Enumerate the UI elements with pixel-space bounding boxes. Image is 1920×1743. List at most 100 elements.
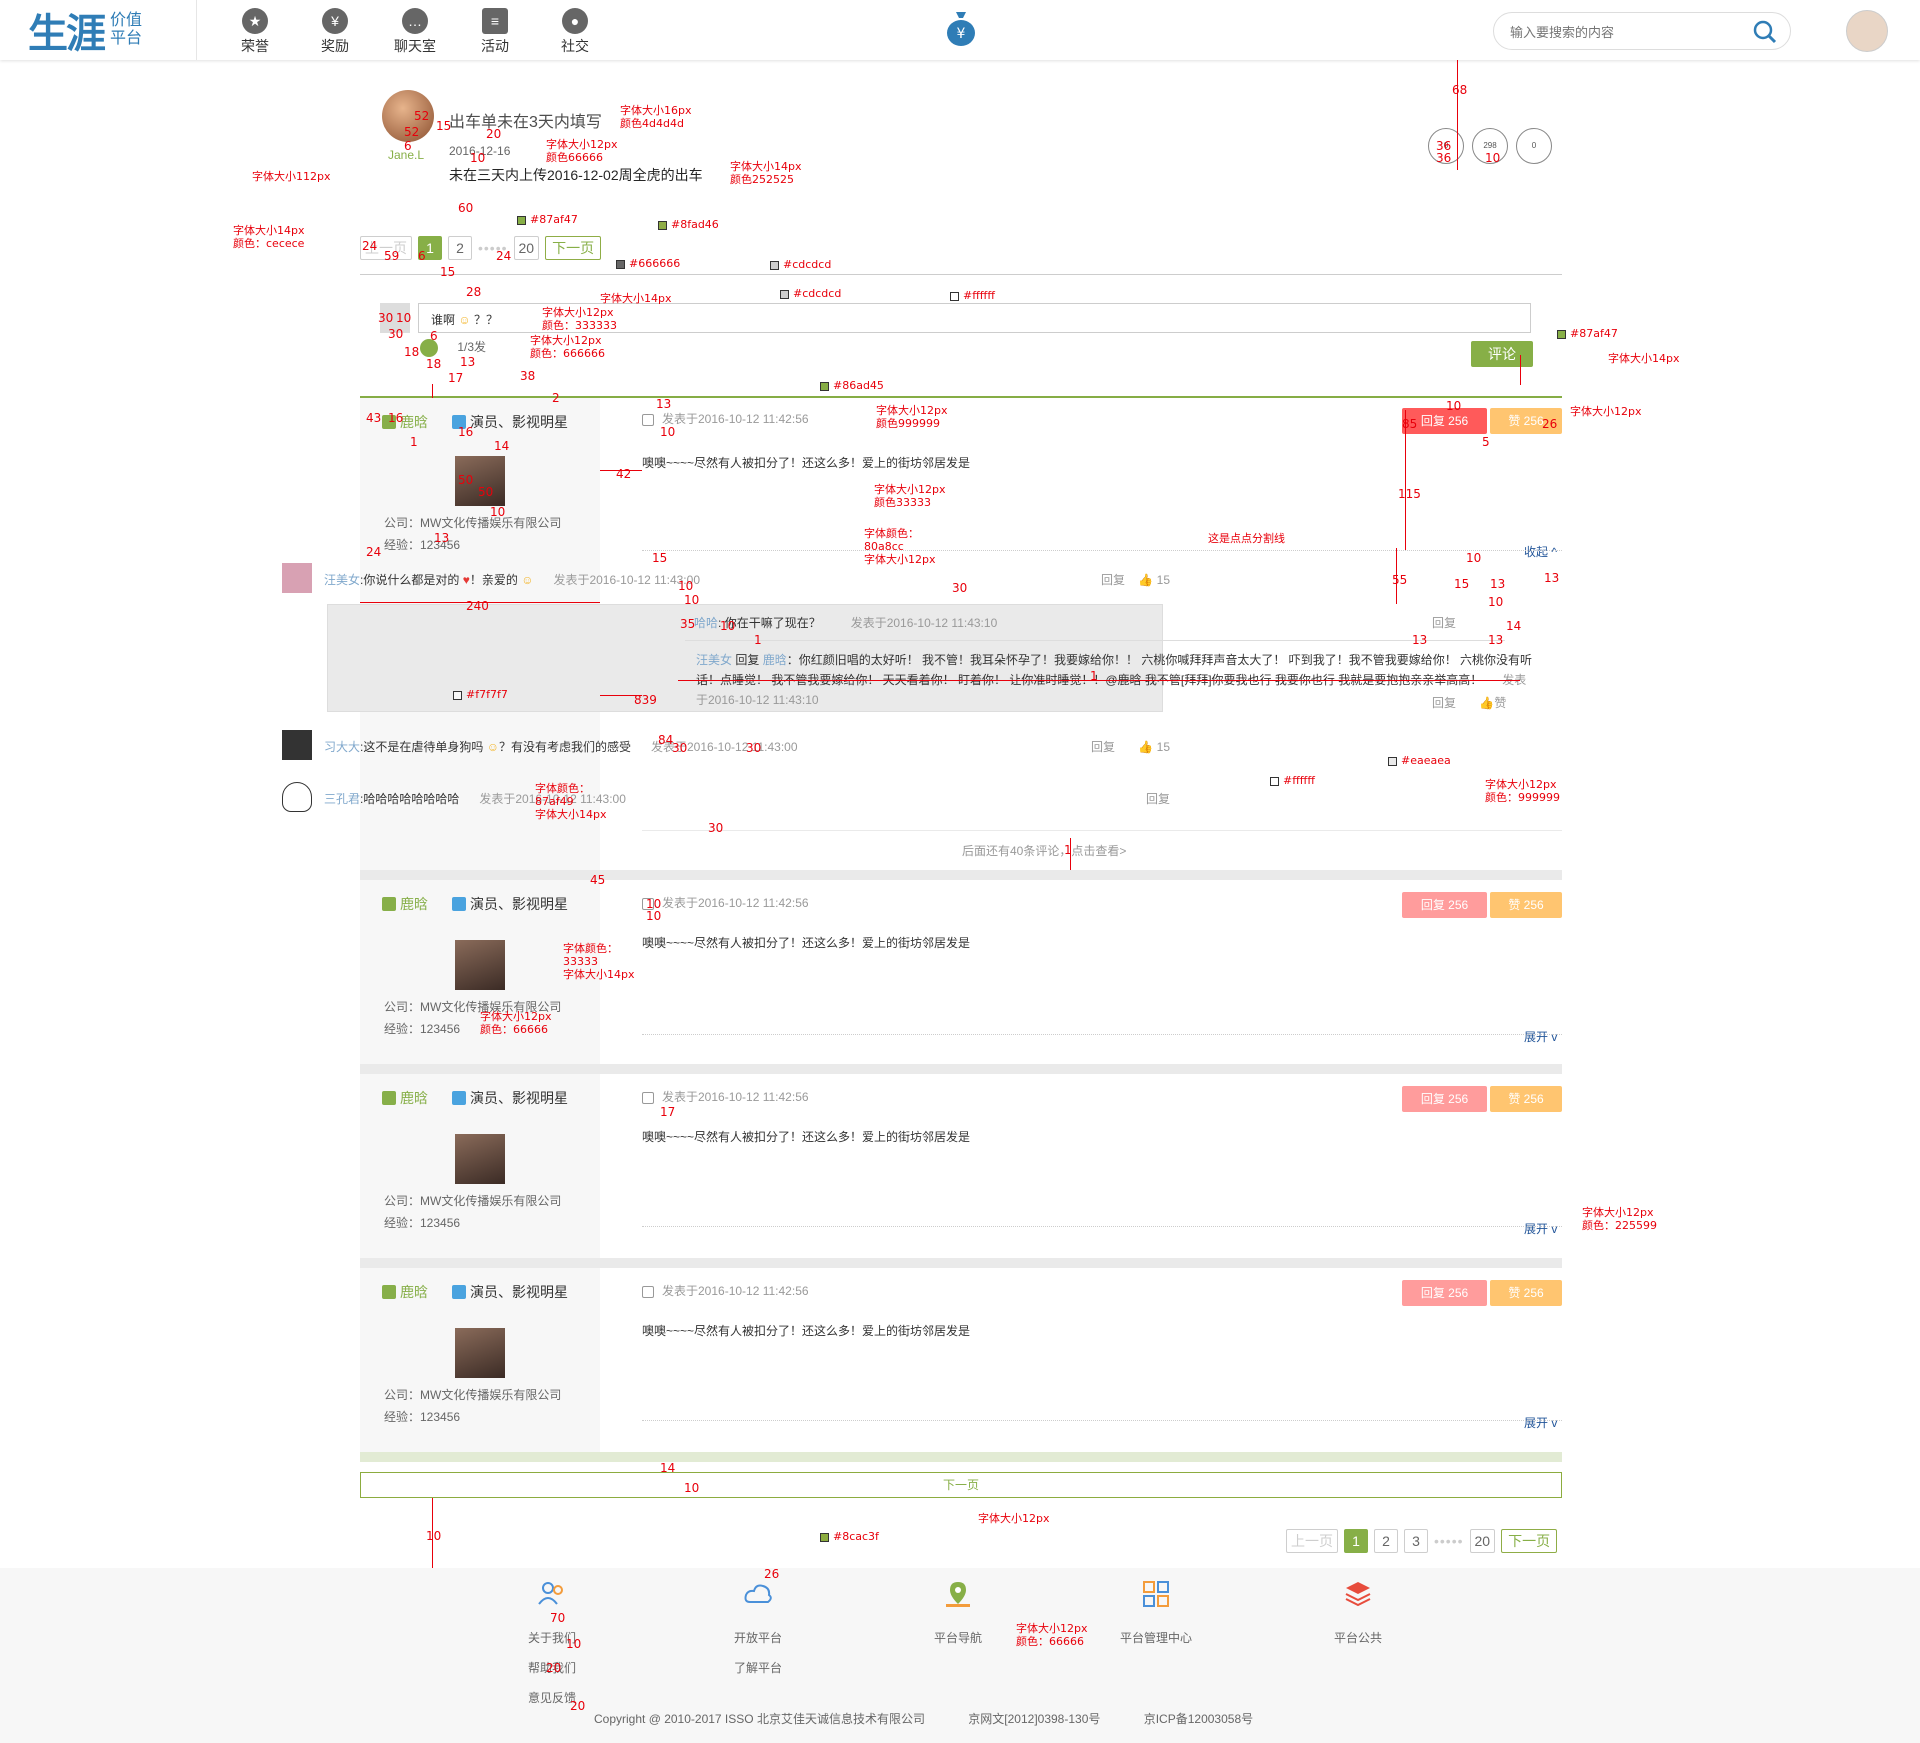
footer-link[interactable]: 平台导航 <box>934 1623 982 1653</box>
annotation: 字体大小14px <box>600 292 672 305</box>
reply-link[interactable]: 回复 <box>1146 790 1170 807</box>
measure-label: 13 <box>434 531 450 545</box>
measure-label: 10 <box>490 505 506 519</box>
reply-avatar[interactable] <box>282 730 312 760</box>
author-name[interactable]: 鹿晗 <box>400 412 428 432</box>
like-link[interactable]: 赞 <box>1494 696 1506 710</box>
pager-next[interactable]: 下一页 <box>1501 1529 1558 1553</box>
reply-target[interactable]: 鹿晗 <box>763 653 787 667</box>
nav-honor[interactable]: ★ 荣誉 <box>215 6 295 56</box>
submit-comment-button[interactable]: 评论 <box>1471 341 1533 367</box>
reply-avatar[interactable] <box>282 782 312 812</box>
measure-label: 50 <box>458 473 474 487</box>
author-photo[interactable] <box>455 1134 505 1184</box>
annotation-text: #cdcdcd <box>783 258 832 271</box>
author-role: 演员、影视明星 <box>470 414 568 430</box>
reply-avatar[interactable] <box>282 563 312 593</box>
footer-link[interactable]: 了解平台 <box>734 1653 782 1683</box>
author-role: 演员、影视明星 <box>470 1090 568 1106</box>
expand-toggle[interactable]: 展开 v <box>1524 1028 1557 1045</box>
pager-next[interactable]: 下一页 <box>545 236 602 260</box>
annotation-text: 字体大小12px <box>542 306 614 319</box>
collapse-toggle[interactable]: 收起 ^ <box>1524 543 1557 560</box>
load-more-link[interactable]: 后面还有40条评论，点击查看> <box>962 842 1126 859</box>
reply-content-2: ？有没有考虑我们的感受 <box>498 740 631 754</box>
thumbs-up-icon[interactable]: 👍 <box>1479 696 1494 710</box>
color-swatch <box>1388 756 1397 766</box>
load-next-button[interactable]: 下一页 <box>360 1472 1562 1498</box>
annotation-text: 字体大小14px <box>730 160 802 173</box>
footer-link[interactable]: 开放平台 <box>734 1623 782 1653</box>
nav-social[interactable]: ● 社交 <box>535 6 615 56</box>
post-body: 噢噢~~~~尽然有人被扣分了！还这么多！爱上的街坊邻居发是 <box>642 936 971 950</box>
annotation-text: 颜色：cecece <box>233 237 305 250</box>
pager-page[interactable]: 1 <box>1344 1529 1368 1553</box>
reply-name[interactable]: 汪美女 <box>324 573 360 587</box>
footer-link[interactable]: 平台公共 <box>1334 1623 1382 1653</box>
author-photo[interactable] <box>455 1328 505 1378</box>
author-photo[interactable] <box>455 940 505 990</box>
annotation-swatch: #f7f7f7 <box>453 688 508 701</box>
nested-divider <box>685 640 1505 641</box>
annotation-swatch: #666666 <box>616 257 680 270</box>
pager-page[interactable]: 2 <box>1374 1529 1398 1553</box>
nav-chatroom[interactable]: … 聊天室 <box>375 6 455 56</box>
reply-link[interactable]: 回复 <box>1091 740 1115 754</box>
users-icon <box>538 1582 563 1605</box>
dotted-divider <box>642 550 1562 551</box>
search-icon[interactable] <box>1752 19 1778 45</box>
measure-label: 6 <box>430 329 438 343</box>
nav-activity[interactable]: ≡ 活动 <box>455 6 535 56</box>
author-role: 演员、影视明星 <box>470 896 568 912</box>
author-name[interactable]: 鹿晗 <box>400 1088 428 1108</box>
pager-dots: ••••• <box>1434 1533 1464 1549</box>
annotation-text: #8fad46 <box>671 218 719 231</box>
search-input[interactable] <box>1510 22 1740 42</box>
annotation-text: 字体大小12px <box>1582 1206 1654 1219</box>
author-name[interactable]: 鹿晗 <box>400 894 428 914</box>
reply-link[interactable]: 回复 <box>1432 696 1456 710</box>
like-button[interactable]: 赞 256 <box>1490 1086 1562 1112</box>
expand-toggle[interactable]: 展开 v <box>1524 1414 1557 1431</box>
pager-page[interactable]: 2 <box>448 236 472 260</box>
reply-name[interactable]: 习大大 <box>324 740 360 754</box>
reply-name[interactable]: 三孔君 <box>324 792 360 806</box>
user-avatar[interactable] <box>1846 10 1888 52</box>
footer-link[interactable]: 平台管理中心 <box>1120 1623 1192 1653</box>
annotation-text: 颜色66666 <box>546 151 603 164</box>
expand-toggle[interactable]: 展开 v <box>1524 1220 1557 1237</box>
pager-last[interactable]: 20 <box>513 236 540 260</box>
annotation-text: 字体大小14px <box>535 808 607 821</box>
thumbs-up-icon[interactable]: 👍 <box>1138 573 1153 587</box>
nested-reply-link[interactable]: 回复 <box>1432 614 1456 631</box>
annotation-text: 字体颜色： <box>864 527 919 540</box>
grid-icon <box>1143 1581 1169 1607</box>
money-bag-icon[interactable]: ¥ <box>945 8 977 48</box>
badge-3[interactable]: 0 <box>1516 128 1552 164</box>
pager-last[interactable]: 20 <box>1469 1529 1496 1553</box>
reply-item: 汪美女:你说什么都是对的 ♥！亲爱的 ☺ 发表于2016-10-12 11:43:… <box>282 563 1202 605</box>
reply-name[interactable]: 哈哈 <box>694 616 718 630</box>
nested-reply-actions: 回复 👍赞 <box>1432 694 1506 711</box>
reply-time: 发表于2016-10-12 11:43:10 <box>850 616 998 630</box>
like-button[interactable]: 赞 256 <box>1490 892 1562 918</box>
like-button[interactable]: 赞 256 <box>1490 1280 1562 1306</box>
annotation-text: 字体大小12px <box>1485 778 1557 791</box>
annotation-text: 颜色：66666 <box>480 1023 548 1036</box>
annotation-text: 87af49 <box>535 795 574 808</box>
footer-link[interactable]: 意见反馈 <box>528 1683 576 1713</box>
reply-button[interactable]: 回复 256 <box>1402 1086 1487 1112</box>
nav-reward[interactable]: ¥ 奖励 <box>295 6 375 56</box>
pager-page[interactable]: 3 <box>1404 1529 1428 1553</box>
divider <box>360 274 1562 275</box>
reply-link[interactable]: 回复 <box>1101 573 1125 587</box>
reply-button[interactable]: 回复 256 <box>1402 1280 1487 1306</box>
reply-name[interactable]: 汪美女 <box>696 653 732 667</box>
reply-button[interactable]: 回复 256 <box>1402 892 1487 918</box>
author-name[interactable]: 鹿晗 <box>400 1282 428 1302</box>
measure-label: 14 <box>494 439 510 453</box>
reply-content: :哈哈哈哈哈哈哈哈 <box>360 792 460 806</box>
thumbs-up-icon[interactable]: 👍 <box>1138 740 1153 754</box>
logo[interactable]: 生涯 价值 平台 <box>28 8 142 56</box>
pager-prev[interactable]: 上一页 <box>1286 1529 1338 1553</box>
